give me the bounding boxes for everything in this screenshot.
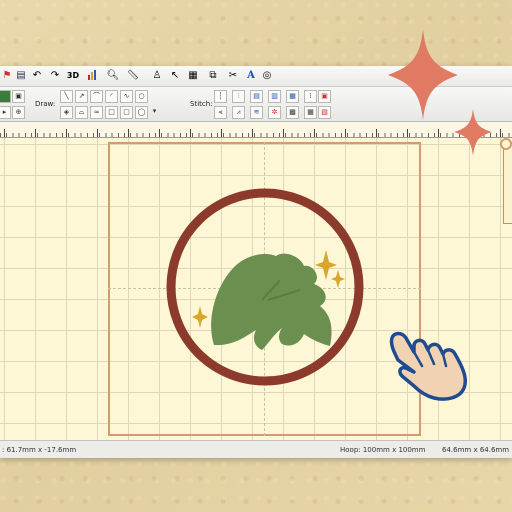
side-panel-edge[interactable] [503,142,512,224]
sparkle-star-small-icon [454,109,492,156]
resize-handle-icon[interactable] [500,138,512,150]
pointing-hand-icon [389,331,468,401]
sparkle-star-large-icon [388,29,458,120]
decorative-stars [388,29,492,156]
